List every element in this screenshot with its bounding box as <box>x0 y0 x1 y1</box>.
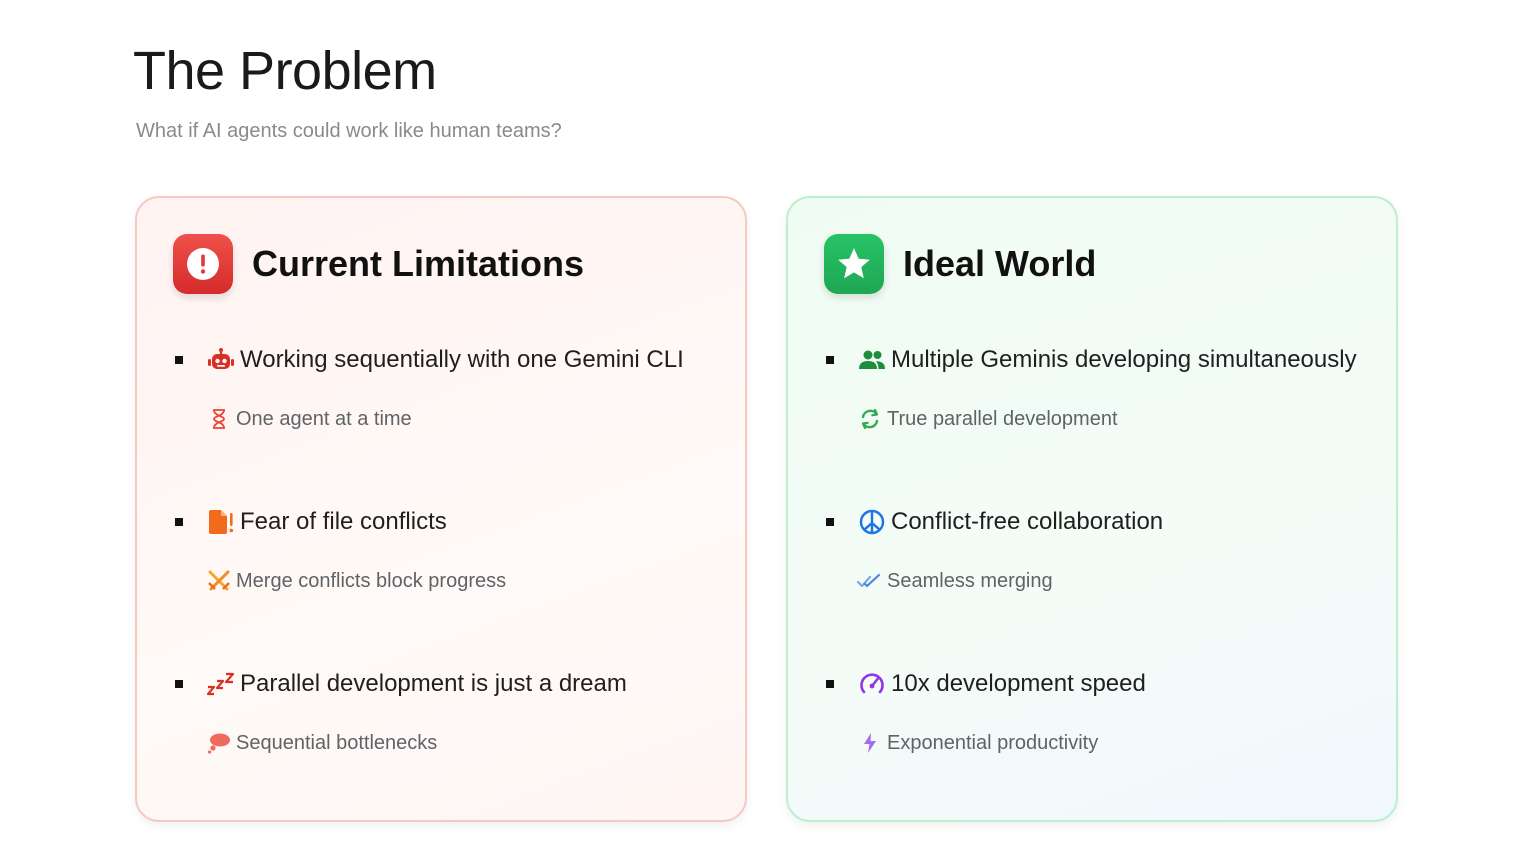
item-subtext: Merge conflicts block progress <box>236 569 507 592</box>
bullet <box>826 518 834 526</box>
bullet <box>175 680 183 688</box>
item-text: Fear of file conflicts <box>240 508 447 535</box>
item-text: Working sequentially with one Gemini CLI <box>240 346 684 373</box>
list-item: 10x development speed Exponential produc… <box>826 668 1146 757</box>
users-icon <box>857 346 887 374</box>
item-text: Conflict-free collaboration <box>891 508 1164 535</box>
list-item: Working sequentially with one Gemini CLI… <box>175 344 684 433</box>
thought-cloud-icon <box>206 731 232 755</box>
peace-icon <box>857 508 887 536</box>
bullet <box>175 518 183 526</box>
sync-icon <box>857 407 883 431</box>
list-item: Parallel development is just a dream Seq… <box>175 668 627 757</box>
hourglass-icon <box>206 407 232 431</box>
item-text: Multiple Geminis developing simultaneous… <box>891 346 1357 373</box>
alert-icon <box>173 234 233 294</box>
bullet <box>826 356 834 364</box>
list-item: Multiple Geminis developing simultaneous… <box>826 344 1357 433</box>
page-title: The Problem <box>133 41 437 101</box>
robot-icon <box>206 346 236 374</box>
current-limitations-card: Current Limitations Working sequentially… <box>135 196 747 822</box>
item-subtext: Seamless merging <box>887 569 1053 592</box>
double-check-icon <box>857 569 883 593</box>
sleep-zzz-icon <box>206 670 236 698</box>
list-item: Conflict-free collaboration Seamless mer… <box>826 506 1163 595</box>
star-icon <box>824 234 884 294</box>
item-subtext: One agent at a time <box>236 407 412 430</box>
card-header: Current Limitations <box>173 234 584 294</box>
bullet <box>175 356 183 364</box>
bullet <box>826 680 834 688</box>
card-title: Current Limitations <box>252 243 585 284</box>
item-text: Parallel development is just a dream <box>240 670 627 697</box>
page-subtitle: What if AI agents could work like human … <box>136 120 562 142</box>
speedometer-icon <box>857 670 887 698</box>
crossed-swords-icon <box>206 569 232 593</box>
item-subtext: Exponential productivity <box>887 731 1099 754</box>
item-subtext: True parallel development <box>887 407 1118 430</box>
card-header: Ideal World <box>824 234 1096 294</box>
ideal-world-card: Ideal World Multiple Geminis developing … <box>786 196 1398 822</box>
lightning-icon <box>857 731 883 755</box>
item-text: 10x development speed <box>891 670 1146 697</box>
list-item: Fear of file conflicts Merge conflicts b… <box>175 506 506 595</box>
card-title: Ideal World <box>903 243 1097 284</box>
file-alert-icon <box>206 508 236 536</box>
item-subtext: Sequential bottlenecks <box>236 731 438 754</box>
